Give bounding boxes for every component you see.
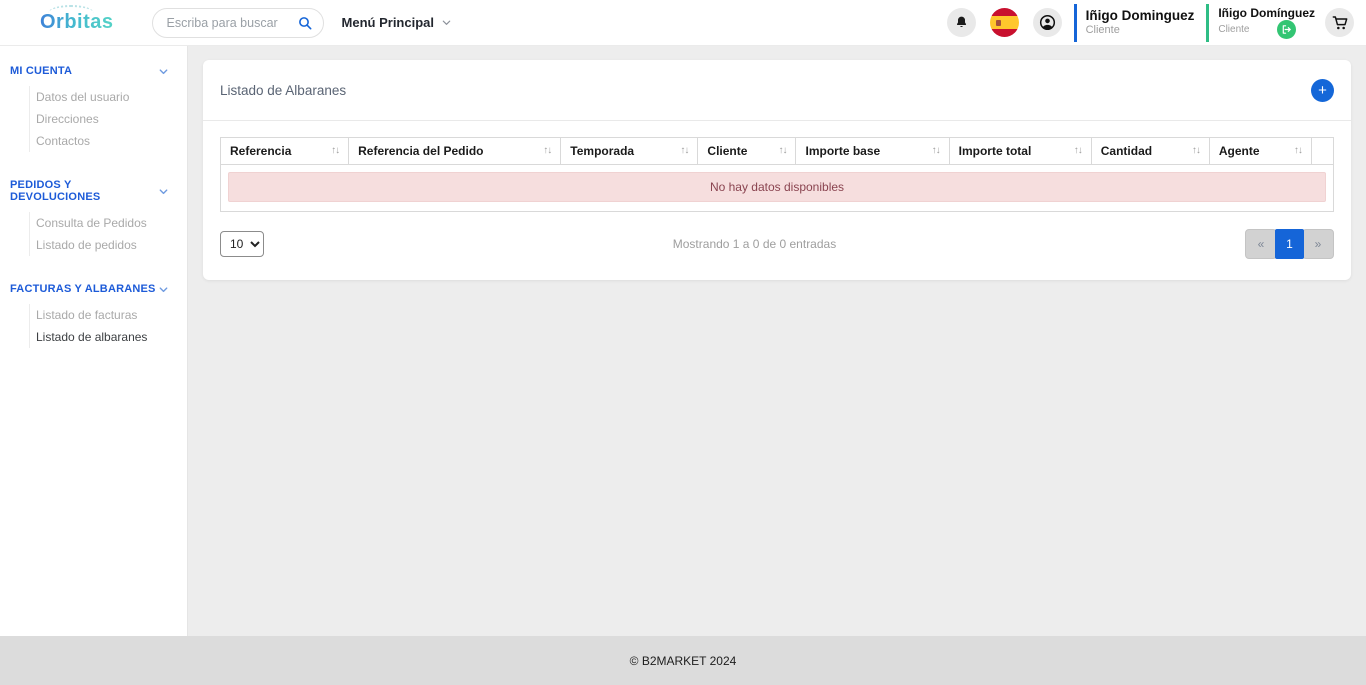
page-footer: © B2MARKET 2024: [0, 636, 1366, 685]
language-flag-button[interactable]: [990, 8, 1019, 37]
main-menu-dropdown[interactable]: Menú Principal: [342, 15, 452, 30]
pagination-next-button[interactable]: »: [1302, 229, 1334, 259]
spain-flag-icon: [996, 20, 1001, 26]
pagination-page-1-button[interactable]: 1: [1275, 229, 1304, 259]
sidebar-section-mi-cuenta: MI CUENTA Datos del usuario Direcciones …: [0, 65, 187, 152]
sort-icon: ↑↓: [543, 145, 551, 156]
albaranes-card: Listado de Albaranes + ↑↓Referencia ↑↓Re…: [203, 60, 1351, 280]
sidebar-section-facturas: FACTURAS Y ALBARANES Listado de facturas…: [0, 283, 187, 348]
sort-icon: ↑↓: [1294, 145, 1302, 156]
notifications-button[interactable]: [947, 8, 976, 37]
albaranes-table: ↑↓Referencia ↑↓Referencia del Pedido ↑↓T…: [220, 137, 1334, 212]
chevron-down-icon: [158, 66, 169, 77]
column-header-importe-total[interactable]: ↑↓Importe total: [949, 138, 1091, 165]
sidebar-item-direcciones[interactable]: Direcciones: [30, 108, 187, 130]
sidebar-section-pedidos: PEDIDOS Y DEVOLUCIONES Consulta de Pedid…: [0, 179, 187, 256]
sidebar-item-listado-de-pedidos[interactable]: Listado de pedidos: [30, 234, 187, 256]
pagination-prev-button[interactable]: «: [1245, 229, 1277, 259]
user-menu-primary[interactable]: Iñigo Dominguez Cliente: [1086, 8, 1195, 37]
sidebar-items: Listado de facturas Listado de albaranes: [29, 304, 187, 348]
sidebar-item-datos-del-usuario[interactable]: Datos del usuario: [30, 86, 187, 108]
user-divider-blue: [1074, 4, 1077, 42]
user-divider-green: [1206, 4, 1209, 42]
sidebar-item-listado-de-facturas[interactable]: Listado de facturas: [30, 304, 187, 326]
sidebar-section-toggle-pedidos[interactable]: PEDIDOS Y DEVOLUCIONES: [0, 179, 187, 203]
chevron-down-icon: [158, 284, 169, 295]
logo[interactable]: Orbitas: [40, 11, 114, 34]
sort-icon: ↑↓: [1192, 145, 1200, 156]
add-button[interactable]: +: [1311, 79, 1334, 102]
pagination-info: Mostrando 1 a 0 de 0 entradas: [264, 237, 1245, 251]
sidebar-section-toggle-mi-cuenta[interactable]: MI CUENTA: [0, 65, 187, 77]
sidebar-item-listado-de-albaranes[interactable]: Listado de albaranes: [30, 326, 187, 348]
user-name: Iñigo Dominguez: [1086, 8, 1195, 24]
impersonated-user-role: Cliente: [1218, 24, 1249, 36]
sidebar-item-contactos[interactable]: Contactos: [30, 130, 187, 152]
page-title: Listado de Albaranes: [220, 83, 346, 98]
sidebar-section-title: FACTURAS Y ALBARANES: [10, 283, 156, 295]
column-header-temporada[interactable]: ↑↓Temporada: [561, 138, 698, 165]
user-menu-secondary[interactable]: Iñigo Domínguez Cliente: [1218, 6, 1315, 39]
main-content: Listado de Albaranes + ↑↓Referencia ↑↓Re…: [188, 46, 1366, 636]
column-header-actions: [1311, 138, 1333, 165]
sidebar-item-consulta-de-pedidos[interactable]: Consulta de Pedidos: [30, 212, 187, 234]
column-header-importe-base[interactable]: ↑↓Importe base: [796, 138, 949, 165]
copyright-text: © B2MARKET 2024: [630, 654, 737, 668]
impersonated-user-name: Iñigo Domínguez: [1218, 6, 1315, 20]
table-header-row: ↑↓Referencia ↑↓Referencia del Pedido ↑↓T…: [221, 138, 1334, 165]
user-role: Cliente: [1086, 24, 1195, 37]
table-row: No hay datos disponibles: [221, 165, 1334, 212]
sort-icon: ↑↓: [932, 145, 940, 156]
sidebar-items: Consulta de Pedidos Listado de pedidos: [29, 212, 187, 256]
cart-button[interactable]: [1325, 8, 1354, 37]
search-input[interactable]: [167, 16, 297, 30]
bell-icon: [954, 15, 969, 30]
search-box: [152, 8, 324, 38]
column-header-agente[interactable]: ↑↓Agente: [1209, 138, 1311, 165]
column-header-referencia-del-pedido[interactable]: ↑↓Referencia del Pedido: [349, 138, 561, 165]
main-menu-label: Menú Principal: [342, 15, 434, 30]
sidebar-section-toggle-facturas[interactable]: FACTURAS Y ALBARANES: [0, 283, 187, 295]
logout-button[interactable]: [1277, 20, 1296, 39]
pagination: « 1 »: [1245, 229, 1334, 259]
top-bar: Orbitas Menú Principal: [0, 0, 1366, 46]
sidebar-section-title: PEDIDOS Y DEVOLUCIONES: [10, 179, 158, 203]
column-header-cliente[interactable]: ↑↓Cliente: [698, 138, 796, 165]
top-bar-actions: Iñigo Dominguez Cliente Iñigo Domínguez …: [933, 4, 1366, 42]
sidebar: MI CUENTA Datos del usuario Direcciones …: [0, 46, 188, 636]
column-header-referencia[interactable]: ↑↓Referencia: [221, 138, 349, 165]
chevron-down-icon: [158, 186, 169, 197]
sort-icon: ↑↓: [1074, 145, 1082, 156]
card-body: ↑↓Referencia ↑↓Referencia del Pedido ↑↓T…: [203, 121, 1351, 212]
sidebar-items: Datos del usuario Direcciones Contactos: [29, 86, 187, 152]
person-icon: [1038, 13, 1057, 32]
card-header: Listado de Albaranes +: [203, 60, 1351, 121]
column-header-cantidad[interactable]: ↑↓Cantidad: [1091, 138, 1209, 165]
empty-table-message: No hay datos disponibles: [228, 172, 1326, 202]
sort-icon: ↑↓: [680, 145, 688, 156]
sort-icon: ↑↓: [331, 145, 339, 156]
search-icon[interactable]: [297, 15, 313, 31]
chevron-down-icon: [441, 17, 452, 28]
cart-icon: [1332, 15, 1348, 31]
page-size-select[interactable]: 10: [220, 231, 264, 257]
card-footer: 10 Mostrando 1 a 0 de 0 entradas « 1 »: [203, 212, 1351, 280]
account-button[interactable]: [1033, 8, 1062, 37]
logo-arc: [48, 5, 94, 21]
logout-icon: [1281, 24, 1292, 35]
sidebar-section-title: MI CUENTA: [10, 65, 72, 77]
sort-icon: ↑↓: [778, 145, 786, 156]
